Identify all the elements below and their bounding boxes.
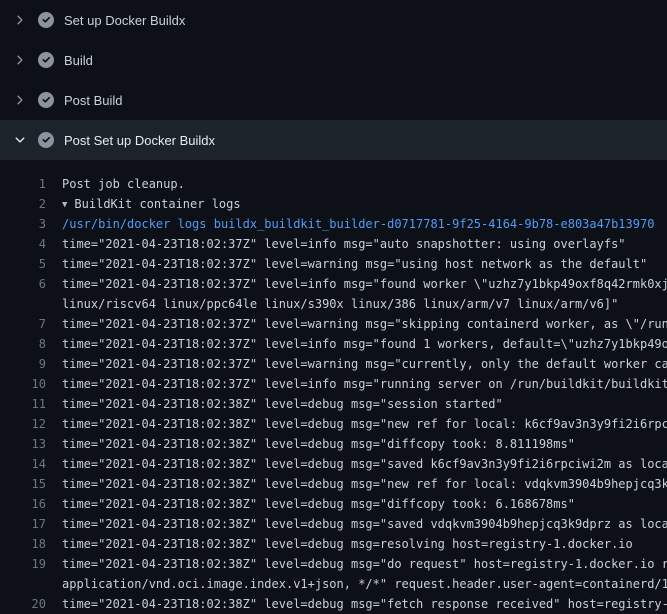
log-line: 11 ▼time="2021-04-23T18:02:38Z" level=de… xyxy=(0,394,667,414)
log-line-number[interactable]: 13 xyxy=(0,434,46,454)
log-line-text: time="2021-04-23T18:02:38Z" level=debug … xyxy=(62,417,667,431)
step-header-set-up-docker-buildx[interactable]: Set up Docker Buildx xyxy=(0,0,667,40)
log-line-number[interactable]: 7 xyxy=(0,314,46,334)
step-list: Set up Docker Buildx Build Post Buil xyxy=(0,0,667,160)
log-line-number[interactable]: 11 xyxy=(0,394,46,414)
log-line-text: Post job cleanup. xyxy=(62,177,185,191)
log-line-number[interactable]: 4 xyxy=(0,234,46,254)
log-line: 4 ▼time="2021-04-23T18:02:37Z" level=inf… xyxy=(0,234,667,254)
log-line-number[interactable] xyxy=(0,574,46,594)
log-line-text: time="2021-04-23T18:02:37Z" level=info m… xyxy=(62,237,626,251)
log-line-text: time="2021-04-23T18:02:38Z" level=debug … xyxy=(62,537,633,551)
log-line-number[interactable]: 15 xyxy=(0,474,46,494)
log-line-number[interactable]: 19 xyxy=(0,554,46,574)
log-line: 14 ▼time="2021-04-23T18:02:38Z" level=de… xyxy=(0,454,667,474)
log-line-text: time="2021-04-23T18:02:37Z" level=warnin… xyxy=(62,257,647,271)
check-circle-icon xyxy=(38,92,54,108)
log-line-text: time="2021-04-23T18:02:38Z" level=debug … xyxy=(62,457,667,471)
log-line-text: linux/riscv64 linux/ppc64le linux/s390x … xyxy=(62,297,618,311)
log-line-number[interactable]: 3 xyxy=(0,214,46,234)
log-line-number[interactable]: 14 xyxy=(0,454,46,474)
log-line-number[interactable]: 12 xyxy=(0,414,46,434)
log-line-text: time="2021-04-23T18:02:38Z" level=debug … xyxy=(62,397,503,411)
log-line-text: time="2021-04-23T18:02:37Z" level=info m… xyxy=(62,337,667,351)
log-line: ▼linux/riscv64 linux/ppc64le linux/s390x… xyxy=(0,294,667,314)
log-line: 13 ▼time="2021-04-23T18:02:38Z" level=de… xyxy=(0,434,667,454)
log-line: 5 ▼time="2021-04-23T18:02:37Z" level=war… xyxy=(0,254,667,274)
step-header-post-set-up-docker-buildx[interactable]: Post Set up Docker Buildx xyxy=(0,120,667,160)
log-line-number[interactable]: 2 xyxy=(0,194,46,214)
log-line-text: time="2021-04-23T18:02:37Z" level=info m… xyxy=(62,277,667,291)
log-line-number[interactable] xyxy=(0,294,46,314)
step-header-post-build[interactable]: Post Build xyxy=(0,80,667,120)
log-line-text: time="2021-04-23T18:02:38Z" level=debug … xyxy=(62,557,667,571)
step-label: Build xyxy=(64,53,93,68)
log-line: 10 ▼time="2021-04-23T18:02:37Z" level=in… xyxy=(0,374,667,394)
log-line: 12 ▼time="2021-04-23T18:02:38Z" level=de… xyxy=(0,414,667,434)
log-line: 18 ▼time="2021-04-23T18:02:38Z" level=de… xyxy=(0,534,667,554)
log-line: ▼application/vnd.oci.image.index.v1+json… xyxy=(0,574,667,594)
log-line: 19 ▼time="2021-04-23T18:02:38Z" level=de… xyxy=(0,554,667,574)
check-circle-icon xyxy=(38,52,54,68)
chevron-right-icon xyxy=(12,92,28,108)
log-line: 6 ▼time="2021-04-23T18:02:37Z" level=inf… xyxy=(0,274,667,294)
log-line-number[interactable]: 20 xyxy=(0,594,46,614)
log-line: 3 ▼/usr/bin/docker logs buildx_buildkit_… xyxy=(0,214,667,234)
chevron-right-icon xyxy=(12,52,28,68)
log-line-text: time="2021-04-23T18:02:38Z" level=debug … xyxy=(62,477,667,491)
log-line-text: time="2021-04-23T18:02:37Z" level=warnin… xyxy=(62,357,667,371)
log-line-text[interactable]: BuildKit container logs xyxy=(74,197,240,211)
check-circle-icon xyxy=(38,12,54,28)
check-circle-icon xyxy=(38,132,54,148)
log-line: 15 ▼time="2021-04-23T18:02:38Z" level=de… xyxy=(0,474,667,494)
log-line: 16 ▼time="2021-04-23T18:02:38Z" level=de… xyxy=(0,494,667,514)
log-line-number[interactable]: 6 xyxy=(0,274,46,294)
log-line-number[interactable]: 8 xyxy=(0,334,46,354)
log-line-text: application/vnd.oci.image.index.v1+json,… xyxy=(62,577,667,591)
log-line-number[interactable]: 9 xyxy=(0,354,46,374)
log-line-number[interactable]: 5 xyxy=(0,254,46,274)
chevron-down-icon xyxy=(12,132,28,148)
log-line: 9 ▼time="2021-04-23T18:02:37Z" level=war… xyxy=(0,354,667,374)
step-label: Set up Docker Buildx xyxy=(64,13,185,28)
log-group-caret-icon[interactable]: ▼ xyxy=(62,200,67,210)
log-line-text: time="2021-04-23T18:02:37Z" level=info m… xyxy=(62,377,667,391)
log-line: 2 ▼ BuildKit container logs xyxy=(0,194,667,214)
log-line-text: time="2021-04-23T18:02:38Z" level=debug … xyxy=(62,437,575,451)
log-line: 8 ▼time="2021-04-23T18:02:37Z" level=inf… xyxy=(0,334,667,354)
log-pane: 1 ▼Post job cleanup. 2 ▼ BuildKit contain… xyxy=(0,160,667,614)
log-line: 7 ▼time="2021-04-23T18:02:37Z" level=war… xyxy=(0,314,667,334)
log-line-text: time="2021-04-23T18:02:38Z" level=debug … xyxy=(62,497,575,511)
log-line-number[interactable]: 1 xyxy=(0,174,46,194)
step-header-build[interactable]: Build xyxy=(0,40,667,80)
log-line-text: /usr/bin/docker logs buildx_buildkit_bui… xyxy=(62,217,654,231)
log-line-number[interactable]: 18 xyxy=(0,534,46,554)
log-line: 17 ▼time="2021-04-23T18:02:38Z" level=de… xyxy=(0,514,667,534)
step-label: Post Set up Docker Buildx xyxy=(64,133,215,148)
log-line: 20 ▼time="2021-04-23T18:02:38Z" level=de… xyxy=(0,594,667,614)
log-line-text: time="2021-04-23T18:02:38Z" level=debug … xyxy=(62,517,667,531)
step-label: Post Build xyxy=(64,93,123,108)
chevron-right-icon xyxy=(12,12,28,28)
log-line-text: time="2021-04-23T18:02:38Z" level=debug … xyxy=(62,597,667,611)
log-line-text: time="2021-04-23T18:02:37Z" level=warnin… xyxy=(62,317,667,331)
log-line-number[interactable]: 10 xyxy=(0,374,46,394)
log-line: 1 ▼Post job cleanup. xyxy=(0,174,667,194)
log-line-number[interactable]: 17 xyxy=(0,514,46,534)
log-line-number[interactable]: 16 xyxy=(0,494,46,514)
